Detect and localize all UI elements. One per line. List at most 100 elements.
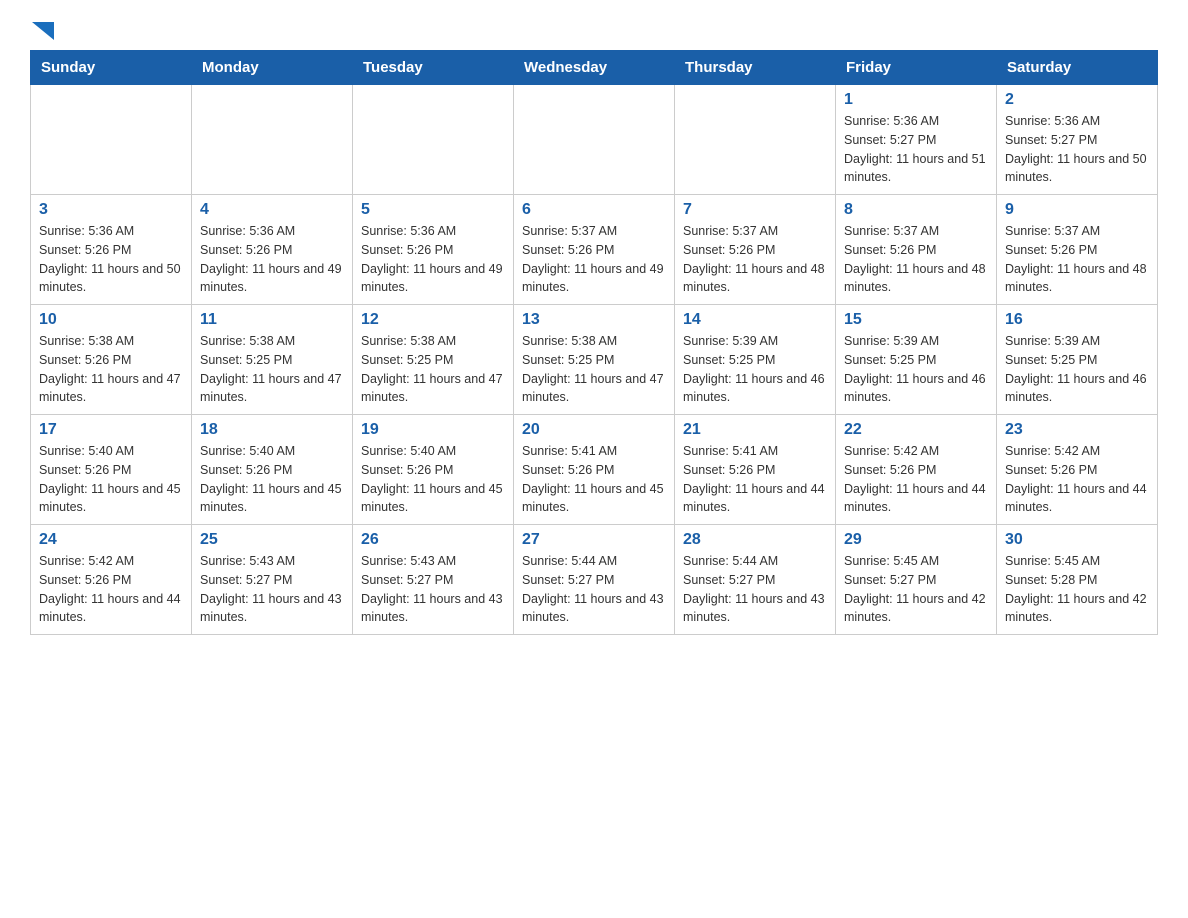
day-number: 18 <box>200 421 344 439</box>
calendar-cell: 17 Sunrise: 5:40 AM Sunset: 5:26 PM Dayli… <box>31 415 192 525</box>
day-info: Sunrise: 5:39 AM Sunset: 5:25 PM Dayligh… <box>844 332 988 407</box>
day-number: 24 <box>39 531 183 549</box>
calendar-cell: 29 Sunrise: 5:45 AM Sunset: 5:27 PM Dayli… <box>836 525 997 635</box>
day-info: Sunrise: 5:37 AM Sunset: 5:26 PM Dayligh… <box>683 222 827 297</box>
day-number: 1 <box>844 91 988 109</box>
week-row-2: 3 Sunrise: 5:36 AM Sunset: 5:26 PM Daylig… <box>31 195 1158 305</box>
week-row-3: 10 Sunrise: 5:38 AM Sunset: 5:26 PM Dayli… <box>31 305 1158 415</box>
day-info: Sunrise: 5:39 AM Sunset: 5:25 PM Dayligh… <box>1005 332 1149 407</box>
calendar-cell: 3 Sunrise: 5:36 AM Sunset: 5:26 PM Daylig… <box>31 195 192 305</box>
day-number: 9 <box>1005 201 1149 219</box>
weekday-header-row: SundayMondayTuesdayWednesdayThursdayFrid… <box>31 51 1158 85</box>
calendar-cell: 2Sunrise: 5:36 AM Sunset: 5:27 PM Daylig… <box>997 85 1158 195</box>
calendar-cell: 14 Sunrise: 5:39 AM Sunset: 5:25 PM Dayli… <box>675 305 836 415</box>
page-header <box>30 20 1158 40</box>
calendar-cell: 18 Sunrise: 5:40 AM Sunset: 5:26 PM Dayli… <box>192 415 353 525</box>
calendar-cell <box>675 85 836 195</box>
day-info: Sunrise: 5:38 AM Sunset: 5:26 PM Dayligh… <box>39 332 183 407</box>
calendar-cell: 6 Sunrise: 5:37 AM Sunset: 5:26 PM Daylig… <box>514 195 675 305</box>
day-number: 15 <box>844 311 988 329</box>
day-number: 5 <box>361 201 505 219</box>
calendar-cell: 24 Sunrise: 5:42 AM Sunset: 5:26 PM Dayli… <box>31 525 192 635</box>
calendar-cell: 15 Sunrise: 5:39 AM Sunset: 5:25 PM Dayli… <box>836 305 997 415</box>
calendar-cell: 16 Sunrise: 5:39 AM Sunset: 5:25 PM Dayli… <box>997 305 1158 415</box>
calendar-cell: 4Sunrise: 5:36 AM Sunset: 5:26 PM Daylig… <box>192 195 353 305</box>
day-info: Sunrise: 5:36 AM Sunset: 5:26 PM Dayligh… <box>39 222 183 297</box>
calendar-table: SundayMondayTuesdayWednesdayThursdayFrid… <box>30 50 1158 635</box>
weekday-header-thursday: Thursday <box>675 51 836 85</box>
calendar-cell: 23 Sunrise: 5:42 AM Sunset: 5:26 PM Dayli… <box>997 415 1158 525</box>
day-number: 22 <box>844 421 988 439</box>
weekday-header-monday: Monday <box>192 51 353 85</box>
day-info: Sunrise: 5:42 AM Sunset: 5:26 PM Dayligh… <box>39 552 183 627</box>
weekday-header-tuesday: Tuesday <box>353 51 514 85</box>
logo <box>30 20 54 40</box>
day-info: Sunrise: 5:41 AM Sunset: 5:26 PM Dayligh… <box>683 442 827 517</box>
day-info: Sunrise: 5:45 AM Sunset: 5:27 PM Dayligh… <box>844 552 988 627</box>
day-number: 21 <box>683 421 827 439</box>
day-number: 3 <box>39 201 183 219</box>
day-info: Sunrise: 5:37 AM Sunset: 5:26 PM Dayligh… <box>844 222 988 297</box>
calendar-cell: 5Sunrise: 5:36 AM Sunset: 5:26 PM Daylig… <box>353 195 514 305</box>
week-row-5: 24 Sunrise: 5:42 AM Sunset: 5:26 PM Dayli… <box>31 525 1158 635</box>
calendar-cell: 7 Sunrise: 5:37 AM Sunset: 5:26 PM Daylig… <box>675 195 836 305</box>
day-info: Sunrise: 5:38 AM Sunset: 5:25 PM Dayligh… <box>361 332 505 407</box>
day-info: Sunrise: 5:37 AM Sunset: 5:26 PM Dayligh… <box>1005 222 1149 297</box>
calendar-header: SundayMondayTuesdayWednesdayThursdayFrid… <box>31 51 1158 85</box>
calendar-cell: 1Sunrise: 5:36 AM Sunset: 5:27 PM Daylig… <box>836 85 997 195</box>
weekday-header-wednesday: Wednesday <box>514 51 675 85</box>
day-number: 19 <box>361 421 505 439</box>
day-number: 16 <box>1005 311 1149 329</box>
calendar-cell <box>192 85 353 195</box>
day-info: Sunrise: 5:43 AM Sunset: 5:27 PM Dayligh… <box>200 552 344 627</box>
day-number: 26 <box>361 531 505 549</box>
calendar-cell: 25 Sunrise: 5:43 AM Sunset: 5:27 PM Dayli… <box>192 525 353 635</box>
calendar-cell: 27 Sunrise: 5:44 AM Sunset: 5:27 PM Dayli… <box>514 525 675 635</box>
day-info: Sunrise: 5:45 AM Sunset: 5:28 PM Dayligh… <box>1005 552 1149 627</box>
calendar-body: 1 Sunrise: 5:36 AM Sunset: 5:27 PM Daylig… <box>31 85 1158 635</box>
day-info: Sunrise: 5:40 AM Sunset: 5:26 PM Dayligh… <box>361 442 505 517</box>
calendar-cell: 28 Sunrise: 5:44 AM Sunset: 5:27 PM Dayli… <box>675 525 836 635</box>
day-number: 13 <box>522 311 666 329</box>
day-info: Sunrise: 5:40 AM Sunset: 5:26 PM Dayligh… <box>39 442 183 517</box>
day-number: 29 <box>844 531 988 549</box>
week-row-1: 1 Sunrise: 5:36 AM Sunset: 5:27 PM Daylig… <box>31 85 1158 195</box>
day-info: Sunrise: 5:38 AM Sunset: 5:25 PM Dayligh… <box>200 332 344 407</box>
day-number: 20 <box>522 421 666 439</box>
day-info: Sunrise: 5:44 AM Sunset: 5:27 PM Dayligh… <box>522 552 666 627</box>
day-info: Sunrise: 5:36 AM Sunset: 5:27 PM Dayligh… <box>1005 112 1149 187</box>
day-number: 14 <box>683 311 827 329</box>
calendar-cell: 19 Sunrise: 5:40 AM Sunset: 5:26 PM Dayli… <box>353 415 514 525</box>
day-info: Sunrise: 5:42 AM Sunset: 5:26 PM Dayligh… <box>844 442 988 517</box>
day-info: Sunrise: 5:36 AM Sunset: 5:26 PM Dayligh… <box>200 222 344 297</box>
day-number: 28 <box>683 531 827 549</box>
calendar-cell: 9 Sunrise: 5:37 AM Sunset: 5:26 PM Daylig… <box>997 195 1158 305</box>
day-number: 6 <box>522 201 666 219</box>
day-info: Sunrise: 5:37 AM Sunset: 5:26 PM Dayligh… <box>522 222 666 297</box>
day-number: 10 <box>39 311 183 329</box>
day-number: 23 <box>1005 421 1149 439</box>
day-number: 25 <box>200 531 344 549</box>
day-info: Sunrise: 5:38 AM Sunset: 5:25 PM Dayligh… <box>522 332 666 407</box>
calendar-cell <box>353 85 514 195</box>
day-number: 27 <box>522 531 666 549</box>
day-number: 17 <box>39 421 183 439</box>
day-info: Sunrise: 5:40 AM Sunset: 5:26 PM Dayligh… <box>200 442 344 517</box>
calendar-cell: 20 Sunrise: 5:41 AM Sunset: 5:26 PM Dayli… <box>514 415 675 525</box>
day-info: Sunrise: 5:39 AM Sunset: 5:25 PM Dayligh… <box>683 332 827 407</box>
day-info: Sunrise: 5:42 AM Sunset: 5:26 PM Dayligh… <box>1005 442 1149 517</box>
logo-triangle-icon <box>32 22 54 40</box>
weekday-header-sunday: Sunday <box>31 51 192 85</box>
calendar-cell: 8Sunrise: 5:37 AM Sunset: 5:26 PM Daylig… <box>836 195 997 305</box>
calendar-cell: 13 Sunrise: 5:38 AM Sunset: 5:25 PM Dayli… <box>514 305 675 415</box>
day-number: 30 <box>1005 531 1149 549</box>
calendar-cell: 21 Sunrise: 5:41 AM Sunset: 5:26 PM Dayli… <box>675 415 836 525</box>
day-number: 11 <box>200 311 344 329</box>
day-info: Sunrise: 5:43 AM Sunset: 5:27 PM Dayligh… <box>361 552 505 627</box>
calendar-cell: 10 Sunrise: 5:38 AM Sunset: 5:26 PM Dayli… <box>31 305 192 415</box>
day-number: 7 <box>683 201 827 219</box>
day-info: Sunrise: 5:41 AM Sunset: 5:26 PM Dayligh… <box>522 442 666 517</box>
weekday-header-friday: Friday <box>836 51 997 85</box>
day-info: Sunrise: 5:44 AM Sunset: 5:27 PM Dayligh… <box>683 552 827 627</box>
calendar-cell: 22 Sunrise: 5:42 AM Sunset: 5:26 PM Dayli… <box>836 415 997 525</box>
